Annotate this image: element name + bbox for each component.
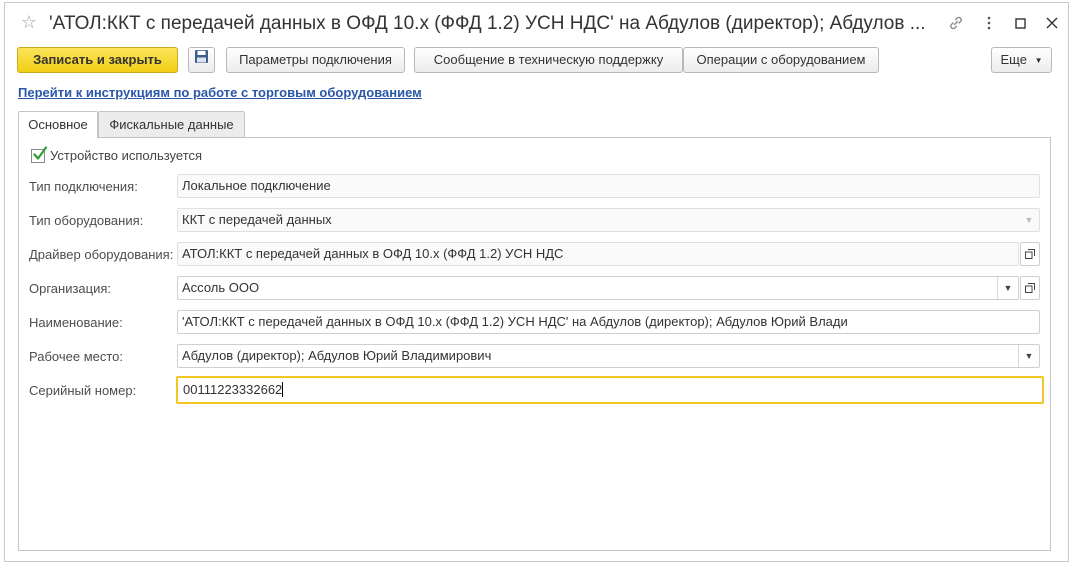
driver-label: Драйвер оборудования: [29,247,174,262]
command-bar: Записать и закрыть Параметры подключения… [5,47,1068,75]
more-button-label: Еще [1000,52,1027,67]
chevron-down-icon[interactable]: ▼ [997,277,1018,299]
workplace-value: Абдулов (директор); Абдулов Юрий Владими… [182,348,492,363]
organization-open-button[interactable] [1020,276,1040,300]
tab-fiscal-data[interactable]: Фискальные данные [98,111,245,138]
organization-label: Организация: [29,281,112,296]
device-used-checkbox[interactable] [31,146,48,163]
window-title: 'АТОЛ:ККТ с передачей данных в ОФД 10.x … [49,13,926,34]
save-and-close-button[interactable]: Записать и закрыть [17,47,178,73]
text-caret [282,382,284,397]
workplace-select[interactable]: Абдулов (директор); Абдулов Юрий Владими… [177,344,1040,368]
connection-params-button[interactable]: Параметры подключения [226,47,405,73]
equipment-operations-button[interactable]: Операции с оборудованием [683,47,879,73]
driver-field: АТОЛ:ККТ с передачей данных в ОФД 10.x (… [177,242,1019,266]
name-input[interactable]: 'АТОЛ:ККТ с передачей данных в ОФД 10.x … [177,310,1040,334]
link-icon[interactable] [947,14,965,32]
driver-open-button[interactable] [1020,242,1040,266]
star-icon[interactable]: ☆ [19,12,39,32]
chevron-down-icon[interactable]: ▼ [1019,209,1039,231]
save-button[interactable] [188,47,215,73]
more-icon[interactable] [980,14,998,32]
more-button[interactable]: Еще ▼ [991,47,1052,73]
chevron-down-icon[interactable]: ▼ [1018,345,1039,367]
connection-type-value: Локальное подключение [182,178,331,193]
organization-value: Ассоль ООО [182,280,260,295]
document-window: ☆ 'АТОЛ:ККТ с передачей данных в ОФД 10.… [4,2,1069,562]
serial-number-label: Серийный номер: [29,383,137,398]
main-tab-panel: Устройство используется Тип подключения:… [18,137,1051,551]
tab-main[interactable]: Основное [18,111,98,138]
equipment-type-label: Тип оборудования: [29,213,144,228]
floppy-disk-icon [194,48,209,72]
serial-number-value: 00111223332662 [183,382,283,397]
open-window-icon [1025,283,1035,293]
name-value: 'АТОЛ:ККТ с передачей данных в ОФД 10.x … [182,314,848,329]
device-used-label: Устройство используется [50,148,203,163]
checkmark-icon [33,146,48,160]
serial-number-input[interactable]: 00111223332662 [176,376,1044,404]
title-bar: ☆ 'АТОЛ:ККТ с передачей данных в ОФД 10.… [5,3,1068,43]
driver-value: АТОЛ:ККТ с передачей данных в ОФД 10.x (… [182,246,564,261]
instructions-link[interactable]: Перейти к инструкциям по работе с торгов… [18,85,422,100]
organization-select[interactable]: Ассоль ООО ▼ [177,276,1019,300]
chevron-down-icon: ▼ [1034,56,1043,65]
equipment-type-value: ККТ с передачей данных [182,212,332,227]
maximize-icon[interactable] [1011,14,1029,32]
connection-type-label: Тип подключения: [29,179,138,194]
equipment-type-select[interactable]: ККТ с передачей данных ▼ [177,208,1040,232]
workplace-label: Рабочее место: [29,349,124,364]
close-icon[interactable] [1043,14,1061,32]
support-message-button[interactable]: Сообщение в техническую поддержку [414,47,683,73]
name-label: Наименование: [29,315,123,330]
open-window-icon [1025,249,1035,259]
connection-type-field: Локальное подключение [177,174,1040,198]
